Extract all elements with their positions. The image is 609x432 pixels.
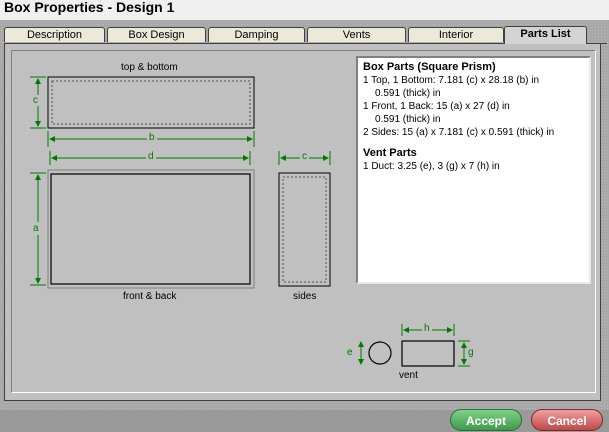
vent-rect — [401, 340, 455, 367]
parts-line: 2 Sides: 15 (a) x 7.181 (c) x 0.591 (thi… — [363, 127, 555, 138]
parts-list-box[interactable]: Box Parts (Square Prism) 1 Top, 1 Bottom… — [356, 56, 591, 284]
front-back-label: front & back — [123, 291, 177, 302]
parts-line: 1 Front, 1 Back: 15 (a) x 27 (d) in — [363, 101, 510, 112]
sides-panel — [278, 172, 331, 287]
tab-parts-list[interactable]: Parts List — [504, 26, 587, 44]
dim-a-label: a — [33, 222, 39, 235]
parts-line: 0.591 (thick) in — [375, 114, 441, 125]
dim-c-left-label: c — [32, 95, 39, 106]
top-bottom-panel — [47, 76, 255, 129]
dim-c-top-label: c — [300, 151, 309, 162]
dim-h-label: h — [422, 323, 432, 334]
sides-label: sides — [293, 291, 317, 302]
accept-button[interactable]: Accept — [450, 409, 522, 431]
box-parts-heading: Box Parts (Square Prism) — [363, 61, 496, 73]
parts-line: 0.591 (thick) in — [375, 88, 441, 99]
dim-b-label: b — [147, 132, 157, 143]
top-bottom-label: top & bottom — [121, 62, 178, 73]
parts-line: 1 Duct: 3.25 (e), 3 (g) x 7 (h) in — [363, 161, 500, 172]
dim-g-label: g — [468, 347, 474, 358]
cancel-button[interactable]: Cancel — [531, 409, 603, 431]
parts-line: 1 Top, 1 Bottom: 7.181 (c) x 28.18 (b) i… — [363, 75, 540, 86]
vent-parts-heading: Vent Parts — [363, 147, 417, 159]
front-back-panel — [47, 169, 255, 289]
dim-e-label: e — [347, 347, 353, 358]
dim-d-label: d — [146, 151, 156, 162]
vent-circle — [368, 341, 392, 365]
vent-label: vent — [399, 370, 418, 381]
